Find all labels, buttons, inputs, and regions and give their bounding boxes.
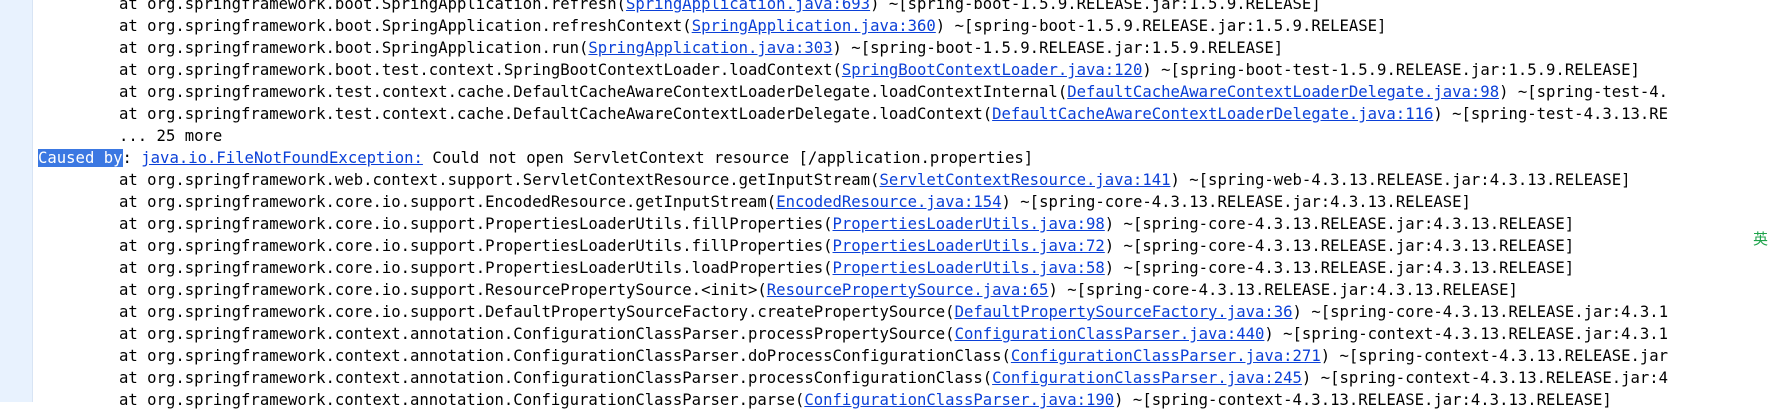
frame-suffix: ) ~[spring-boot-test-1.5.9.RELEASE.jar:1… <box>1142 61 1640 79</box>
frame-prefix: at org.springframework.boot.test.context… <box>119 61 842 79</box>
source-link[interactable]: SpringApplication.java:360 <box>692 17 936 35</box>
stack-frame-line: at org.springframework.core.io.support.D… <box>38 301 1771 323</box>
frame-prefix: at org.springframework.test.context.cach… <box>119 105 993 123</box>
frame-suffix: ) ~[spring-core-4.3.13.RELEASE.jar:4.3.1… <box>1001 193 1471 211</box>
stack-frame-line: at org.springframework.boot.test.context… <box>38 59 1771 81</box>
frame-suffix: ) ~[spring-test-4.3.13.RE <box>1433 105 1669 123</box>
source-link[interactable]: ResourcePropertySource.java:65 <box>767 281 1049 299</box>
frame-suffix: ) ~[spring-core-4.3.13.RELEASE.jar:4.3.1… <box>1104 237 1575 255</box>
stack-frame-line: at org.springframework.context.annotatio… <box>38 389 1771 411</box>
frame-suffix: ) ~[spring-test-4. <box>1499 83 1669 101</box>
frame-prefix: at org.springframework.core.io.support.E… <box>119 193 777 211</box>
frame-prefix: at org.springframework.boot.SpringApplic… <box>119 17 692 35</box>
frame-prefix: at org.springframework.context.annotatio… <box>119 347 1011 365</box>
frame-prefix: at org.springframework.context.annotatio… <box>119 369 993 387</box>
more-frames-line: ... 25 more <box>38 125 1771 147</box>
frame-prefix: at org.springframework.boot.SpringApplic… <box>119 39 589 57</box>
source-link[interactable]: DefaultCacheAwareContextLoaderDelegate.j… <box>992 105 1433 123</box>
exception-message: Could not open ServletContext resource [… <box>432 149 1034 167</box>
stack-frame-line: at org.springframework.core.io.support.E… <box>38 191 1771 213</box>
source-link[interactable]: DefaultCacheAwareContextLoaderDelegate.j… <box>1067 83 1499 101</box>
stack-frame-line: at org.springframework.core.io.support.P… <box>38 235 1771 257</box>
stack-frame-line: at org.springframework.web.context.suppo… <box>38 169 1771 191</box>
source-link[interactable]: PropertiesLoaderUtils.java:98 <box>833 215 1105 233</box>
source-link[interactable]: PropertiesLoaderUtils.java:72 <box>833 237 1105 255</box>
frame-suffix: ) ~[spring-core-4.3.13.RELEASE.jar:4.3.1 <box>1292 303 1669 321</box>
frame-suffix: ) ~[spring-core-4.3.13.RELEASE.jar:4.3.1… <box>1104 215 1575 233</box>
more-frames-text: ... 25 more <box>119 127 223 145</box>
frame-suffix: ) ~[spring-context-4.3.13.RELEASE.jar:4 <box>1301 369 1669 387</box>
frame-prefix: at org.springframework.core.io.support.P… <box>119 259 833 277</box>
frame-prefix: at org.springframework.boot.SpringApplic… <box>119 0 626 13</box>
stack-frame-line: at org.springframework.boot.SpringApplic… <box>38 15 1771 37</box>
stack-frame-line: at org.springframework.core.io.support.P… <box>38 257 1771 279</box>
caused-by-line: Caused by: java.io.FileNotFoundException… <box>38 147 1771 169</box>
frame-suffix: ) ~[spring-boot-1.5.9.RELEASE.jar:1.5.9.… <box>935 17 1387 35</box>
source-link[interactable]: EncodedResource.java:154 <box>776 193 1001 211</box>
frame-prefix: at org.springframework.test.context.cach… <box>119 83 1068 101</box>
stack-frame-line: at org.springframework.core.io.support.P… <box>38 213 1771 235</box>
stack-frame-line: at org.springframework.boot.SpringApplic… <box>38 0 1771 15</box>
frame-suffix: ) ~[spring-boot-1.5.9.RELEASE.jar:1.5.9.… <box>832 39 1284 57</box>
source-link[interactable]: ConfigurationClassParser.java:190 <box>804 391 1114 409</box>
editor-gutter <box>0 0 33 402</box>
frame-suffix: ) ~[spring-context-4.3.13.RELEASE.jar:4.… <box>1264 325 1669 343</box>
frame-prefix: at org.springframework.core.io.support.P… <box>119 215 833 233</box>
ime-indicator[interactable]: 英 <box>1753 228 1769 252</box>
source-link[interactable]: ConfigurationClassParser.java:271 <box>1011 347 1321 365</box>
source-link[interactable]: SpringApplication.java:693 <box>626 0 870 13</box>
frame-prefix: at org.springframework.core.io.support.R… <box>119 281 767 299</box>
stack-frame-line: at org.springframework.core.io.support.R… <box>38 279 1771 301</box>
frame-suffix: ) ~[spring-core-4.3.13.RELEASE.jar:4.3.1… <box>1104 259 1575 277</box>
stack-frame-line: at org.springframework.test.context.cach… <box>38 81 1771 103</box>
stack-frame-line: at org.springframework.context.annotatio… <box>38 345 1771 367</box>
frame-prefix: at org.springframework.core.io.support.P… <box>119 237 833 255</box>
frame-prefix: at org.springframework.core.io.support.D… <box>119 303 955 321</box>
frame-suffix: ) ~[spring-core-4.3.13.RELEASE.jar:4.3.1… <box>1048 281 1518 299</box>
source-link[interactable]: SpringApplication.java:303 <box>588 39 832 57</box>
frame-prefix: at org.springframework.web.context.suppo… <box>119 171 880 189</box>
stack-frame-line: at org.springframework.test.context.cach… <box>38 103 1771 125</box>
source-link[interactable]: DefaultPropertySourceFactory.java:36 <box>955 303 1293 321</box>
source-link[interactable]: ConfigurationClassParser.java:440 <box>955 325 1265 343</box>
source-link[interactable]: SpringBootContextLoader.java:120 <box>842 61 1142 79</box>
source-link[interactable]: PropertiesLoaderUtils.java:58 <box>833 259 1105 277</box>
frame-suffix: ) ~[spring-boot-1.5.9.RELEASE.jar:1.5.9.… <box>870 0 1321 13</box>
source-link[interactable]: ConfigurationClassParser.java:245 <box>992 369 1302 387</box>
frame-prefix: at org.springframework.context.annotatio… <box>119 325 955 343</box>
stack-frame-line: at org.springframework.context.annotatio… <box>38 367 1771 389</box>
frame-suffix: ) ~[spring-context-4.3.13.RELEASE.jar:4.… <box>1114 391 1612 409</box>
frame-prefix: at org.springframework.context.annotatio… <box>119 391 805 409</box>
frame-suffix: ) ~[spring-context-4.3.13.RELEASE.jar <box>1320 347 1669 365</box>
console-output[interactable]: at org.springframework.boot.SpringApplic… <box>38 0 1771 409</box>
stack-frame-line: at org.springframework.boot.SpringApplic… <box>38 37 1771 59</box>
exception-link[interactable]: java.io.FileNotFoundException: <box>141 149 423 167</box>
source-link[interactable]: ServletContextResource.java:141 <box>879 171 1170 189</box>
frame-suffix: ) ~[spring-web-4.3.13.RELEASE.jar:4.3.13… <box>1170 171 1631 189</box>
caused-by-colon: : <box>122 149 132 167</box>
stack-frame-line: at org.springframework.context.annotatio… <box>38 323 1771 345</box>
caused-by-label[interactable]: Caused by <box>38 149 123 167</box>
